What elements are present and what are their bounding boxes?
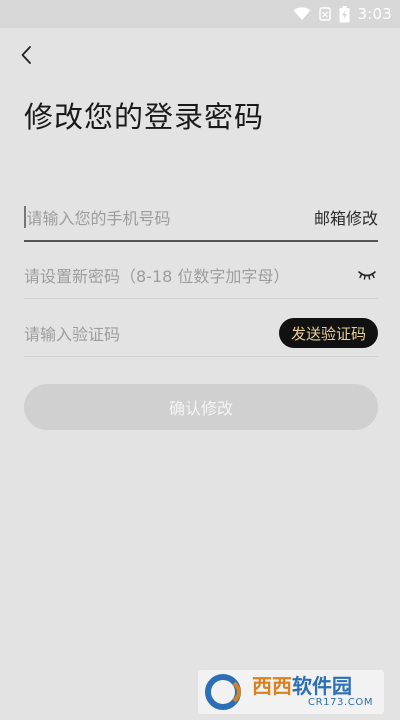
watermark-rest: 软件园 — [292, 674, 352, 698]
phone-row: 请输入您的手机号码 邮箱修改 — [24, 194, 378, 242]
status-icons: 3:03 — [293, 4, 392, 24]
phone-placeholder: 请输入您的手机号码 — [26, 209, 171, 228]
phone-input[interactable]: 请输入您的手机号码 — [24, 194, 314, 240]
back-button[interactable] — [14, 40, 38, 70]
password-placeholder: 请设置新密码（8-18 位数字加字母） — [24, 267, 290, 286]
watermark-texts: 西西软件园 CR173.COM — [252, 675, 373, 709]
chevron-left-icon — [20, 45, 32, 65]
notification-icon — [318, 7, 331, 21]
password-row: 请设置新密码（8-18 位数字加字母） — [24, 252, 378, 299]
send-code-button[interactable]: 发送验证码 — [278, 318, 378, 348]
watermark-sub: CR173.COM — [308, 697, 374, 708]
text-caret — [24, 206, 26, 228]
code-placeholder: 请输入验证码 — [24, 325, 121, 344]
status-bar: 3:03 — [0, 0, 400, 28]
eye-closed-icon[interactable] — [356, 267, 378, 283]
watermark-logo — [204, 673, 248, 711]
code-row: 请输入验证码 发送验证码 — [24, 310, 378, 357]
code-input[interactable]: 请输入验证码 — [24, 310, 279, 356]
watermark-main-text: 西西软件园 — [252, 675, 373, 697]
watermark-accent: 西西 — [252, 674, 292, 698]
page-title: 修改您的登录密码 — [24, 100, 265, 134]
email-change-link[interactable]: 邮箱修改 — [314, 205, 378, 229]
battery-icon — [339, 5, 350, 23]
confirm-button[interactable]: 确认修改 — [24, 384, 378, 430]
wifi-icon — [293, 7, 311, 21]
password-input[interactable]: 请设置新密码（8-18 位数字加字母） — [24, 252, 356, 298]
status-time: 3:03 — [357, 5, 392, 23]
watermark: 西西软件园 CR173.COM — [198, 670, 384, 714]
